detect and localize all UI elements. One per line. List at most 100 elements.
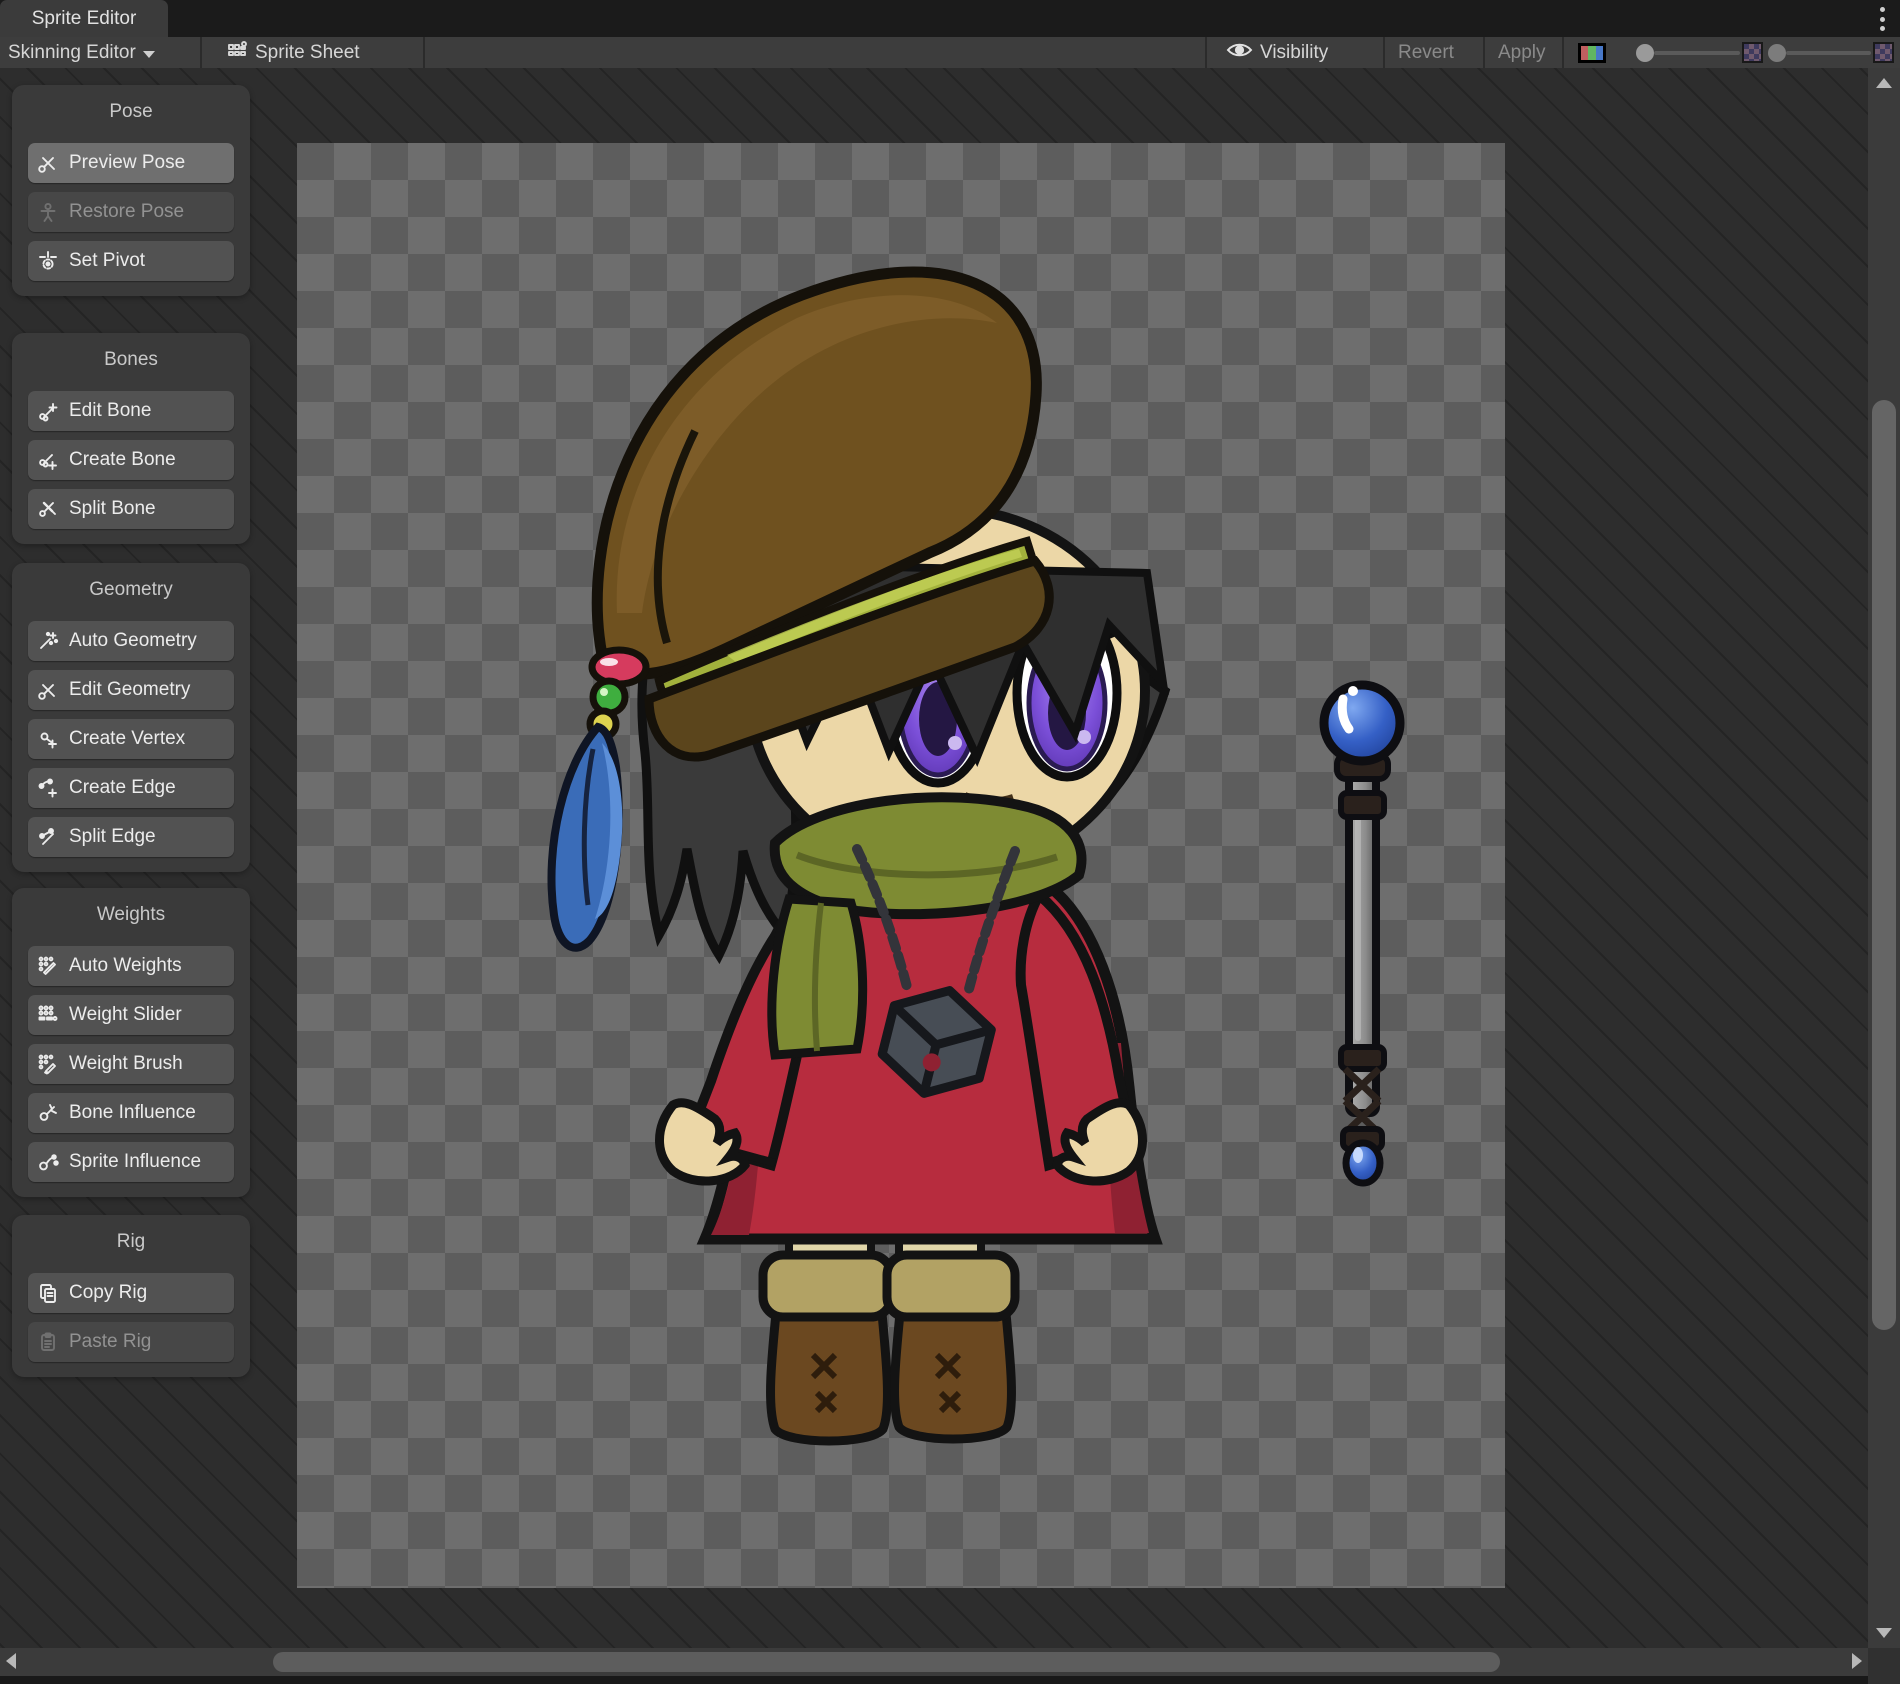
bottom-strip	[0, 1676, 1868, 1684]
bone-split-icon	[36, 497, 60, 521]
toolbar-separator	[200, 37, 202, 68]
scroll-left-icon[interactable]	[6, 1653, 16, 1669]
horizontal-scrollbar-thumb[interactable]	[273, 1652, 1500, 1672]
button-label: Copy Rig	[69, 1282, 147, 1304]
button-label: Sprite Influence	[69, 1151, 201, 1173]
sprite-sheet-icon	[226, 39, 248, 67]
eye-icon	[1226, 40, 1253, 66]
button-label: Bone Influence	[69, 1102, 196, 1124]
workspace: Pose Preview Pose Restore Pose Set Pivot	[0, 68, 1900, 1684]
toolbar-separator	[1562, 37, 1564, 68]
bone-influence-button[interactable]: Bone Influence	[28, 1093, 234, 1133]
button-label: Split Edge	[69, 826, 156, 848]
scroll-right-icon[interactable]	[1852, 1653, 1862, 1669]
texture-thumb-icon	[1873, 42, 1894, 63]
person-icon	[36, 200, 60, 224]
horizontal-scrollbar[interactable]	[0, 1648, 1868, 1676]
rig-panel: Rig Copy Rig Paste Rig	[12, 1215, 250, 1377]
visibility-button[interactable]: Visibility	[1226, 37, 1328, 68]
create-vertex-button[interactable]: Create Vertex	[28, 719, 234, 759]
edge-add-icon	[36, 776, 60, 800]
button-label: Edit Geometry	[69, 679, 190, 701]
visibility-label: Visibility	[1260, 42, 1328, 64]
panel-title: Rig	[12, 1231, 250, 1253]
staff-sprite	[1324, 685, 1400, 1183]
dots-wand-icon	[36, 954, 60, 978]
apply-button[interactable]: Apply	[1498, 37, 1546, 68]
weight-slider-button[interactable]: Weight Slider	[28, 995, 234, 1035]
sprite-sheet-label: Sprite Sheet	[255, 42, 360, 64]
tools-icon	[36, 151, 60, 175]
create-edge-button[interactable]: Create Edge	[28, 768, 234, 808]
button-label: Split Bone	[69, 498, 156, 520]
split-edge-button[interactable]: Split Edge	[28, 817, 234, 857]
vertical-scrollbar-thumb[interactable]	[1872, 400, 1896, 1330]
copy-icon	[36, 1281, 60, 1305]
apply-label: Apply	[1498, 42, 1546, 64]
bone-edit-icon	[36, 399, 60, 423]
panel-title: Geometry	[12, 579, 250, 601]
bone-influence-icon	[36, 1101, 60, 1125]
split-bone-button[interactable]: Split Bone	[28, 489, 234, 529]
sprite-sheet-button[interactable]: Sprite Sheet	[226, 37, 360, 68]
slider-track[interactable]	[1786, 51, 1871, 55]
scroll-down-icon[interactable]	[1876, 1628, 1892, 1638]
paste-rig-button[interactable]: Paste Rig	[28, 1322, 234, 1362]
brightness-slider[interactable]	[1768, 37, 1896, 68]
slider-knob[interactable]	[1636, 44, 1654, 62]
vertical-scrollbar[interactable]	[1868, 68, 1900, 1648]
tab-title: Sprite Editor	[32, 8, 137, 30]
button-label: Paste Rig	[69, 1331, 151, 1353]
edit-bone-button[interactable]: Edit Bone	[28, 391, 234, 431]
button-label: Create Edge	[69, 777, 176, 799]
set-pivot-button[interactable]: Set Pivot	[28, 241, 234, 281]
panel-title: Bones	[12, 349, 250, 371]
sprite-canvas[interactable]	[297, 143, 1505, 1588]
sprite-influence-icon	[36, 1150, 60, 1174]
preview-pose-button[interactable]: Preview Pose	[28, 143, 234, 183]
copy-rig-button[interactable]: Copy Rig	[28, 1273, 234, 1313]
chevron-down-icon	[143, 51, 155, 58]
edge-split-icon	[36, 825, 60, 849]
tools-icon	[36, 678, 60, 702]
bones-panel: Bones Edit Bone Create Bone Split Bone	[12, 333, 250, 544]
skinning-editor-dropdown[interactable]: Skinning Editor	[8, 37, 155, 68]
button-label: Create Bone	[69, 449, 176, 471]
dots-brush-icon	[36, 1052, 60, 1076]
panel-title: Pose	[12, 101, 250, 123]
scroll-up-icon[interactable]	[1876, 78, 1892, 88]
paste-icon	[36, 1330, 60, 1354]
button-label: Auto Geometry	[69, 630, 197, 652]
toolbar-separator	[1383, 37, 1385, 68]
button-label: Weight Brush	[69, 1053, 183, 1075]
scrollbar-corner	[1868, 1648, 1900, 1684]
auto-weights-button[interactable]: Auto Weights	[28, 946, 234, 986]
sprite-influence-button[interactable]: Sprite Influence	[28, 1142, 234, 1182]
weight-brush-button[interactable]: Weight Brush	[28, 1044, 234, 1084]
character-sprite	[297, 143, 1505, 1588]
dots-grid-icon	[36, 1003, 60, 1027]
edit-geometry-button[interactable]: Edit Geometry	[28, 670, 234, 710]
toolbar: Skinning Editor Sprite Sheet Visibilit	[0, 37, 1900, 68]
bone-add-icon	[36, 448, 60, 472]
create-bone-button[interactable]: Create Bone	[28, 440, 234, 480]
magic-wand-icon	[36, 629, 60, 653]
button-label: Create Vertex	[69, 728, 185, 750]
alpha-slider[interactable]	[1636, 37, 1766, 68]
slider-track[interactable]	[1654, 51, 1740, 55]
texture-thumb-icon	[1742, 42, 1763, 63]
restore-pose-button[interactable]: Restore Pose	[28, 192, 234, 232]
tab-bar: Sprite Editor	[0, 0, 1900, 37]
kebab-menu-icon[interactable]	[1878, 7, 1886, 31]
panel-title: Weights	[12, 904, 250, 926]
rgb-channel-swatch[interactable]	[1578, 43, 1606, 63]
button-label: Restore Pose	[69, 201, 184, 223]
button-label: Set Pivot	[69, 250, 145, 272]
auto-geometry-button[interactable]: Auto Geometry	[28, 621, 234, 661]
slider-knob[interactable]	[1768, 44, 1786, 62]
weights-panel: Weights Auto Weights	[12, 888, 250, 1197]
skinning-editor-label: Skinning Editor	[8, 42, 136, 64]
toolbar-separator	[1483, 37, 1485, 68]
revert-button[interactable]: Revert	[1398, 37, 1454, 68]
tab-sprite-editor[interactable]: Sprite Editor	[0, 0, 168, 37]
